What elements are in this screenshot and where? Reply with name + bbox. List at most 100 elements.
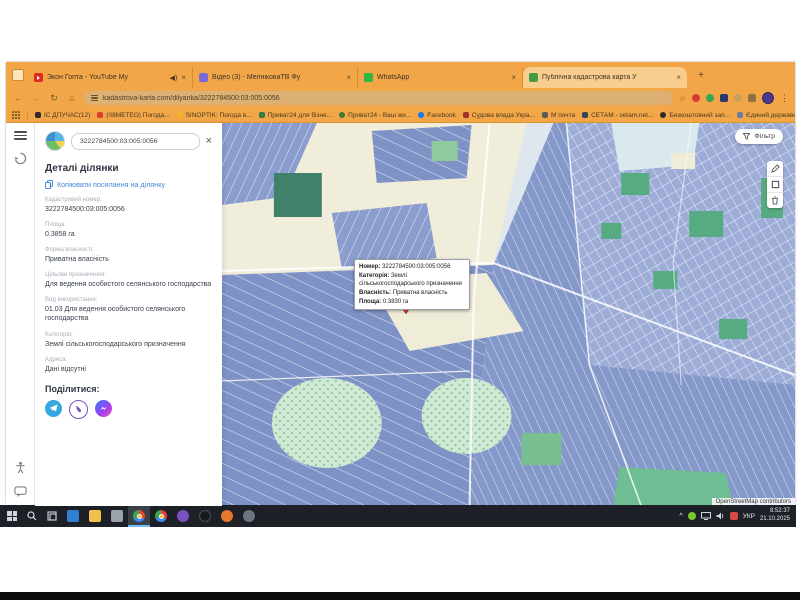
url-field[interactable]: kadastrova-karta.com/dilyanka/3222784500… [84, 91, 673, 105]
taskbar-app-contacts[interactable] [238, 505, 260, 527]
bookmark-favicon [177, 112, 183, 118]
window-icon[interactable] [12, 69, 24, 81]
back-icon[interactable]: ← [12, 93, 24, 103]
search-field[interactable] [71, 133, 200, 150]
browser-menu-icon[interactable]: ⋮ [780, 93, 789, 104]
bookmark-item[interactable]: СЕТАМ - setam.net... [582, 112, 653, 119]
feedback-chat-icon[interactable] [14, 486, 27, 498]
extension-adblock-icon[interactable] [692, 94, 700, 102]
share-title: Поділитися: [45, 384, 212, 394]
messenger-icon [99, 404, 108, 413]
viber-share-button[interactable] [69, 400, 88, 419]
history-icon[interactable] [14, 152, 27, 165]
bookmark-item[interactable]: Безкоштовний зап... [660, 112, 730, 119]
extension-green-icon[interactable] [706, 94, 714, 102]
clear-tool-button[interactable] [767, 193, 783, 208]
close-tab-icon[interactable]: × [181, 73, 186, 82]
tooltip-label: Власність: [359, 290, 391, 296]
bookmark-star-icon[interactable]: ☆ [679, 94, 686, 103]
extension-dark-icon[interactable] [720, 94, 728, 102]
profile-avatar[interactable] [762, 92, 774, 104]
close-tab-icon[interactable]: × [511, 73, 516, 82]
extensions-puzzle-icon[interactable] [748, 94, 756, 102]
field-address: Адреса: Дані відсутні [45, 357, 212, 374]
bookmark-favicon [463, 112, 469, 118]
home-icon[interactable]: ⌂ [66, 93, 78, 103]
tab-youtube[interactable]: Экон Гопта - YouTube Му ◀) × [28, 67, 193, 88]
taskbar-clock[interactable]: 8:52:37 21.10.2025 [760, 508, 790, 524]
close-panel-icon[interactable]: × [206, 136, 212, 147]
bookmark-favicon [737, 112, 743, 118]
tab-label: Публічна кадастрова карта У [542, 74, 672, 81]
tooltip-value: 3222784500:03:005:0056 [382, 264, 450, 270]
menu-hamburger-icon[interactable] [14, 131, 27, 140]
copy-link-button[interactable]: Копіювати посилання на ділянку [45, 180, 212, 189]
tray-antivirus-icon[interactable] [688, 512, 696, 520]
apps-grid-icon[interactable] [12, 111, 20, 119]
cadastral-map[interactable]: Фільтр Номер: 3222784500:03:005:0056 Кат… [222, 123, 795, 506]
tab-whatsapp[interactable]: WhatsApp × [358, 67, 523, 88]
bookmark-item[interactable]: (08METEO) Погода... [97, 112, 169, 119]
bookmark-item[interactable]: Facebook [418, 112, 456, 119]
whatsapp-icon [364, 73, 373, 82]
telegram-share-button[interactable] [45, 400, 62, 417]
taskbar-app-browser-active[interactable] [128, 505, 150, 527]
screen-bottom-bezel [0, 592, 800, 600]
windows-logo-icon [7, 511, 17, 521]
tooltip-label: Площа: [359, 299, 381, 305]
taskbar-search-button[interactable] [22, 505, 42, 527]
tray-display-icon[interactable] [701, 512, 711, 520]
tab-video[interactable]: Відео (3) - МелніковаТВ Фу × [193, 67, 358, 88]
filter-button[interactable]: Фільтр [735, 129, 783, 144]
bookmark-item[interactable]: М почта [542, 112, 575, 119]
taskbar-app-word[interactable] [106, 505, 128, 527]
taskbar-app-viber[interactable] [172, 505, 194, 527]
tray-expand-icon[interactable]: ^ [679, 513, 682, 520]
area-tool-button[interactable] [767, 177, 783, 193]
close-tab-icon[interactable]: × [676, 73, 681, 82]
bookmark-label: СЕТАМ - setam.net... [591, 112, 653, 119]
firefox-icon [221, 510, 233, 522]
reload-icon[interactable]: ↻ [48, 93, 60, 104]
forward-icon[interactable]: → [30, 93, 42, 103]
site-settings-icon[interactable] [91, 95, 98, 101]
bookmark-label: ІС ДПУЧАС(12) [44, 112, 90, 119]
field-value: 01.03 Для ведення особистого селянського… [45, 305, 212, 323]
search-input[interactable] [78, 137, 193, 146]
start-button[interactable] [2, 505, 22, 527]
measure-tool-button[interactable] [767, 161, 783, 177]
tab-cadastral-map-active[interactable]: Публічна кадастрова карта У × [523, 67, 687, 88]
tray-app-icon[interactable] [730, 512, 738, 520]
taskbar-app-firefox[interactable] [216, 505, 238, 527]
tooltip-value: 0.3830 га [383, 299, 408, 305]
tab-strip: Экон Гопта - YouTube Му ◀) × Відео (3) -… [6, 62, 795, 88]
tray-volume-icon[interactable] [716, 512, 725, 520]
accessibility-icon[interactable] [14, 461, 27, 474]
clock-time: 8:52:37 [760, 508, 790, 516]
new-tab-button[interactable]: + [693, 68, 709, 84]
bookmark-item[interactable]: Судова влада Укра... [463, 112, 535, 119]
bookmark-item[interactable]: ІС ДПУЧАС(12) [35, 112, 90, 119]
bookmark-item[interactable]: Приват24 - Ваш жи... [339, 112, 411, 119]
bookmark-favicon [259, 112, 265, 118]
bookmark-item[interactable]: SINOPTIK: Погода в... [177, 112, 252, 119]
taskbar-app-calendar[interactable] [62, 505, 84, 527]
calendar-app-icon [67, 510, 79, 522]
bookmark-item[interactable]: Єдиний державн... [737, 112, 795, 119]
bookmark-item[interactable]: Приват24 для бізне... [259, 112, 332, 119]
taskbar-app-explorer[interactable] [84, 505, 106, 527]
chrome-icon [155, 510, 167, 522]
messenger-share-button[interactable] [95, 400, 112, 417]
language-indicator[interactable]: УКР [743, 513, 755, 520]
audio-playing-icon[interactable]: ◀) [170, 74, 178, 82]
extension-badge-icon[interactable] [734, 94, 742, 102]
screen: Экон Гопта - YouTube Му ◀) × Відео (3) -… [0, 0, 800, 600]
close-tab-icon[interactable]: × [346, 73, 351, 82]
viber-icon [74, 405, 83, 414]
taskbar-app-recorder[interactable] [194, 505, 216, 527]
task-view-button[interactable] [42, 505, 62, 527]
clock-date: 21.10.2025 [760, 516, 790, 524]
taskbar-app-chrome[interactable] [150, 505, 172, 527]
site-logo[interactable] [45, 131, 65, 151]
field-value: Для ведення особистого селянського госпо… [45, 280, 212, 289]
